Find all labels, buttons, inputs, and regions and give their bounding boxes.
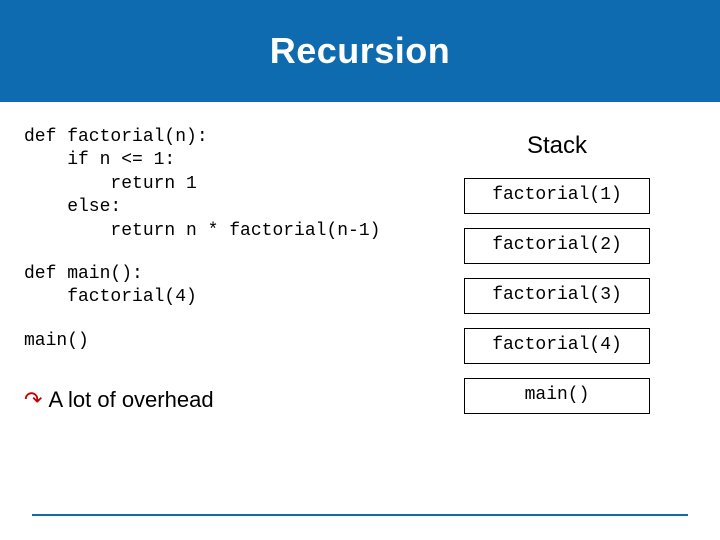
stack-title: Stack bbox=[464, 132, 650, 160]
stack-frame: factorial(1) bbox=[464, 178, 650, 214]
slide-title: Recursion bbox=[270, 30, 451, 72]
bullet-text: A lot of overhead bbox=[48, 387, 213, 413]
title-band: Recursion bbox=[0, 0, 720, 102]
stack-frame: main() bbox=[464, 378, 650, 414]
stack-frame: factorial(4) bbox=[464, 328, 650, 364]
stack-diagram: Stack factorial(1) factorial(2) factoria… bbox=[464, 132, 650, 414]
footer-rule bbox=[32, 514, 688, 516]
bullet-arrow-icon: ↷ bbox=[24, 387, 42, 413]
stack-frame: factorial(3) bbox=[464, 278, 650, 314]
stack-frame: factorial(2) bbox=[464, 228, 650, 264]
